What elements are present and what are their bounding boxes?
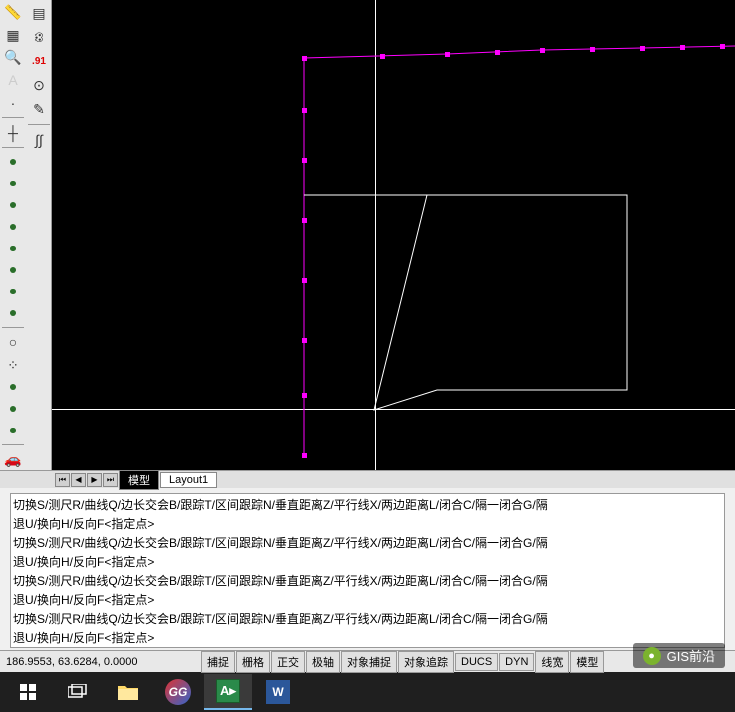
tool-select-icon[interactable]: ▦ xyxy=(2,25,24,46)
app-cad-button[interactable]: A▸ xyxy=(204,674,252,710)
magenta-polyline xyxy=(52,0,735,470)
vertex-icon xyxy=(680,45,685,50)
tool-layer-dot-1-icon[interactable] xyxy=(10,159,16,165)
tool-dots-icon[interactable]: ⁘ xyxy=(2,355,24,376)
tool-layer-dot-2-icon[interactable] xyxy=(10,181,16,187)
tool-layer-dot-11-icon[interactable] xyxy=(10,428,16,434)
white-polygon xyxy=(52,0,735,470)
vertex-icon xyxy=(495,50,500,55)
taskview-button[interactable] xyxy=(54,674,102,710)
status-grid-button[interactable]: 栅格 xyxy=(236,651,270,673)
tool-layer-dot-7-icon[interactable] xyxy=(10,289,16,295)
cmd-line: 切换S/测尺R/曲线Q/边长交会B/跟踪T/区间跟踪N/垂直距离Z/平行线X/两… xyxy=(13,572,722,591)
command-history[interactable]: 切换S/测尺R/曲线Q/边长交会B/跟踪T/区间跟踪N/垂直距离Z/平行线X/两… xyxy=(10,493,725,648)
tool-car-icon[interactable]: 🚗 xyxy=(2,449,24,470)
tool-layer-dot-9-icon[interactable] xyxy=(10,384,16,390)
tool-zoom-icon[interactable]: 🔍 xyxy=(2,47,24,68)
status-otrack-button[interactable]: 对象追踪 xyxy=(398,651,454,673)
tab-nav-prev-icon[interactable]: ◀ xyxy=(71,473,86,487)
tool-layer-dot-4-icon[interactable] xyxy=(10,224,16,230)
status-snap-button[interactable]: 捕捉 xyxy=(201,651,235,673)
tool-symbol-icon[interactable]: 🕄 xyxy=(28,26,50,48)
crosshair-vertical xyxy=(375,0,376,470)
crosshair-horizontal xyxy=(52,409,735,410)
status-osnap-button[interactable]: 对象捕捉 xyxy=(341,651,397,673)
wechat-text: GIS前沿 xyxy=(667,646,715,665)
vertex-icon xyxy=(302,158,307,163)
tool-layer-dot-6-icon[interactable] xyxy=(10,267,16,273)
tool-measure-icon[interactable]: 📏 xyxy=(2,2,24,23)
cmd-line: 切换S/测尺R/曲线Q/边长交会B/跟踪T/区间跟踪N/垂直距离Z/平行线X/两… xyxy=(13,534,722,553)
tool-layer-dot-3-icon[interactable] xyxy=(10,202,16,208)
vertex-icon xyxy=(380,54,385,59)
vertex-icon xyxy=(302,108,307,113)
tool-pattern-icon[interactable]: ▤ xyxy=(28,2,50,24)
vertex-icon xyxy=(445,52,450,57)
vertex-icon xyxy=(720,44,725,49)
tool-node-icon[interactable]: ⊙ xyxy=(28,74,50,96)
vertex-icon xyxy=(302,393,307,398)
tab-nav-last-icon[interactable]: ⏭ xyxy=(103,473,118,487)
tab-nav-next-icon[interactable]: ▶ xyxy=(87,473,102,487)
wechat-icon: ● xyxy=(643,647,661,665)
tool-circle-icon[interactable]: ○ xyxy=(2,332,24,353)
file-explorer-button[interactable] xyxy=(104,674,152,710)
status-ortho-button[interactable]: 正交 xyxy=(271,651,305,673)
status-bar: 186.9553, 63.6284, 0.0000 捕捉 栅格 正交 极轴 对象… xyxy=(0,650,735,672)
cmd-line: 退U/换向H/反向F<指定点> xyxy=(13,629,722,648)
vertex-icon xyxy=(302,278,307,283)
vertex-icon xyxy=(540,48,545,53)
vertex-icon xyxy=(302,56,307,61)
tool-layer-dot-10-icon[interactable] xyxy=(10,406,16,412)
cmd-line: 退U/换向H/反向F<指定点> xyxy=(13,515,722,534)
vertex-icon xyxy=(302,453,307,458)
status-lineweight-button[interactable]: 线宽 xyxy=(535,651,569,673)
status-model-button[interactable]: 模型 xyxy=(570,651,604,673)
tool-layer-dot-8-icon[interactable] xyxy=(10,310,16,316)
tab-nav-first-icon[interactable]: ⏮ xyxy=(55,473,70,487)
tab-layout1[interactable]: Layout1 xyxy=(160,472,217,488)
cmd-line: 切换S/测尺R/曲线Q/边长交会B/跟踪T/区间跟踪N/垂直距离Z/平行线X/两… xyxy=(13,496,722,515)
status-ducs-button[interactable]: DUCS xyxy=(455,653,498,671)
word-button[interactable]: W xyxy=(254,674,302,710)
tool-grid-icon[interactable]: ┼ xyxy=(2,122,24,143)
status-polar-button[interactable]: 极轴 xyxy=(306,651,340,673)
start-button[interactable] xyxy=(4,674,52,710)
model-tabs-bar: ⏮ ◀ ▶ ⏭ 模型 Layout1 xyxy=(0,470,735,488)
coordinates-display: 186.9553, 63.6284, 0.0000 xyxy=(0,656,200,668)
tool-scale-icon[interactable]: .91 xyxy=(28,50,50,72)
app-gg-button[interactable]: GG xyxy=(154,674,202,710)
tab-model[interactable]: 模型 xyxy=(119,470,159,490)
vertex-icon xyxy=(302,338,307,343)
windows-taskbar: GG A▸ W xyxy=(0,672,735,712)
cmd-line: 退U/换向H/反向F<指定点> xyxy=(13,591,722,610)
tool-point-icon[interactable]: · xyxy=(2,93,24,114)
status-dyn-button[interactable]: DYN xyxy=(499,653,534,671)
left-toolbar: 📏 ▦ 🔍 A · ┼ ○ ⁘ xyxy=(0,0,52,470)
cmd-line: 切换S/测尺R/曲线Q/边长交会B/跟踪T/区间跟踪N/垂直距离Z/平行线X/两… xyxy=(13,610,722,629)
vertex-icon xyxy=(302,218,307,223)
vertex-icon xyxy=(640,46,645,51)
vertex-icon xyxy=(590,47,595,52)
tool-layer-dot-5-icon[interactable] xyxy=(10,246,16,252)
drawing-canvas[interactable] xyxy=(52,0,735,470)
tool-text-icon[interactable]: A xyxy=(2,70,24,91)
cmd-line: 退U/换向H/反向F<指定点> xyxy=(13,553,722,572)
wechat-watermark: ● GIS前沿 xyxy=(633,643,725,668)
tool-draw-icon[interactable]: ✎ xyxy=(28,98,50,120)
tool-curve-icon[interactable]: ∫∫ xyxy=(28,129,50,151)
